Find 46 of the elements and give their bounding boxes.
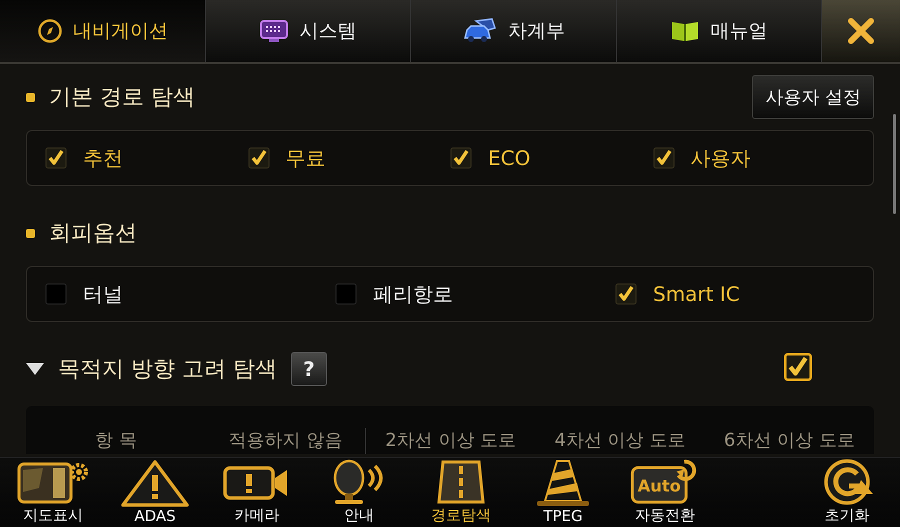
tab[interactable]: 시스템 [206, 0, 411, 62]
checkbox[interactable] [652, 147, 674, 169]
expand-icon[interactable] [26, 363, 44, 375]
book-icon [670, 19, 700, 43]
bullet-icon [26, 228, 35, 238]
car-icon [462, 18, 498, 44]
checkbox[interactable] [450, 147, 472, 169]
option-label: 페리항로 [373, 280, 453, 308]
column-header: 6차선 이상 도로 [722, 429, 856, 453]
column-header: 적용하지 않음 [206, 428, 366, 454]
tab[interactable]: 내비게이션 [0, 0, 206, 62]
option-label: 추천 [83, 144, 123, 172]
option-label: Smart IC [653, 282, 740, 306]
close-icon [847, 17, 875, 45]
checkbox[interactable] [335, 283, 357, 305]
option-label: 터널 [83, 280, 123, 308]
checkbox[interactable] [45, 147, 67, 169]
dock-button[interactable]: 지도표시 [6, 458, 100, 527]
option-label: 사용자 [690, 144, 750, 172]
checkbox[interactable] [784, 353, 812, 381]
checkbox[interactable] [248, 147, 270, 169]
scrollbar[interactable] [893, 114, 896, 214]
bullet-icon [26, 92, 35, 102]
tab[interactable]: 차계부 [411, 0, 616, 62]
checkbox[interactable] [615, 283, 637, 305]
column-header: 4차선 이상 도로 [554, 429, 686, 453]
close-button[interactable] [822, 0, 900, 62]
dock-button[interactable]: ADAS [108, 458, 202, 527]
dock-button[interactable]: TPEG [516, 458, 610, 527]
column-header: 2차선 이상 도로 [384, 429, 518, 453]
dock-button[interactable]: 경로탐색 [414, 458, 508, 527]
section-title: 목적지 방향 고려 탐색 [58, 356, 277, 384]
checkbox[interactable] [45, 283, 67, 305]
dock-button[interactable]: 카메라 [210, 458, 304, 527]
dock-button[interactable]: 초기화 [800, 458, 894, 527]
compass-icon [36, 18, 63, 44]
dock-button[interactable]: 안내 [312, 458, 406, 527]
section-title: 기본 경로 탐색 [49, 84, 195, 112]
option-label: ECO [488, 146, 530, 170]
monitor-icon [259, 19, 290, 43]
column-header: 항 목 [94, 429, 138, 453]
option-label: 무료 [286, 144, 326, 172]
section-title: 회피옵션 [49, 220, 137, 248]
dock-button[interactable]: Auto 자동전환 [618, 458, 712, 527]
user-settings-button[interactable]: 사용자 설정 [752, 75, 874, 119]
help-button[interactable]: ? [290, 352, 327, 386]
